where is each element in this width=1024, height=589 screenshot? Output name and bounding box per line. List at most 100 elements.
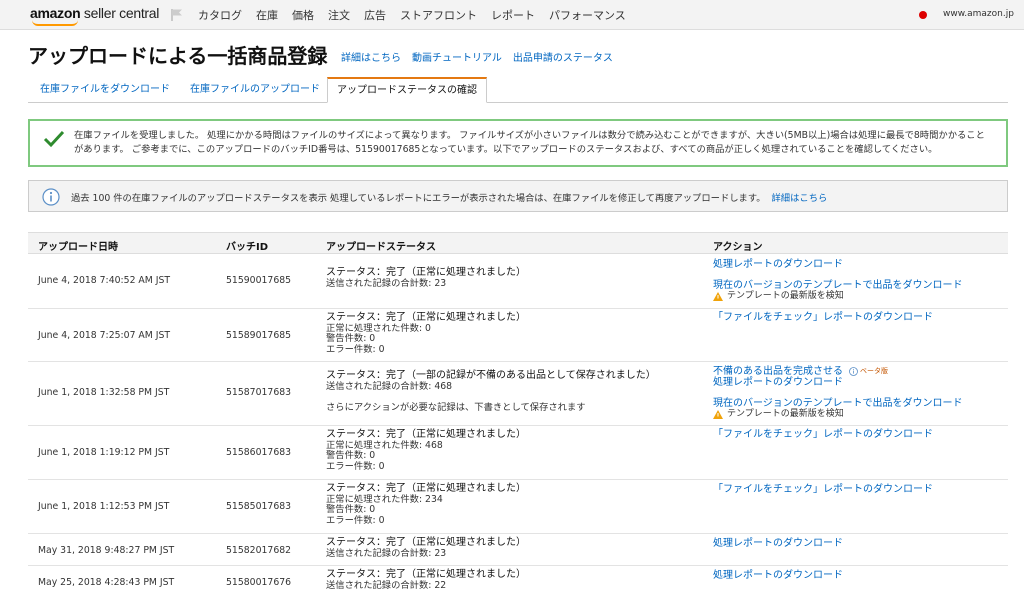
table-row: June 1, 2018 1:32:58 PM JST 51587017683 …: [28, 362, 1008, 426]
status-detail: 警告件数: 0: [326, 504, 376, 515]
row-status: ステータス：完了（正常に処理されました） 送信された記録の合計数: 23: [326, 537, 526, 559]
marketplace-selector[interactable]: www.amazon.jp: [943, 9, 1014, 19]
download-processing-report-link[interactable]: 処理レポートのダウンロード: [713, 377, 963, 388]
logo-smile: [32, 20, 78, 26]
status-detail: 送信された記録の合計数: 468: [326, 380, 453, 392]
approval-status-link[interactable]: 出品申請のステータス: [513, 49, 613, 64]
status-title: ステータス：完了（正常に処理されました）: [326, 429, 526, 440]
info-text: 過去 100 件の在庫ファイルのアップロードステータスを表示 処理しているレポー…: [71, 193, 766, 204]
status-title: ステータス：完了（正常に処理されました）: [326, 312, 526, 323]
nav-advertising[interactable]: 広告: [364, 7, 386, 23]
row-date: May 25, 2018 4:28:43 PM JST: [38, 577, 175, 588]
info-icon: [42, 188, 60, 206]
row-status: ステータス：完了（一部の記録が不備のある出品として保存されました） 送信された記…: [326, 370, 656, 414]
row-actions: 「ファイルをチェック」レポートのダウンロード: [713, 484, 933, 495]
row-batch-id: 51586017683: [226, 447, 292, 458]
page-title: アップロードによる一括商品登録: [28, 44, 328, 68]
main-menu: カタログ 在庫 価格 注文 広告 ストアフロント レポート パフォーマンス: [198, 0, 640, 30]
status-detail: 送信された記録の合計数: 23: [326, 277, 447, 289]
nav-inventory[interactable]: 在庫: [256, 7, 278, 23]
table-row: June 1, 2018 1:19:12 PM JST 51586017683 …: [28, 426, 1008, 480]
status-detail: 送信された記録の合計数: 22: [326, 579, 447, 589]
row-date: June 1, 2018 1:12:53 PM JST: [38, 501, 170, 512]
nav-storefront[interactable]: ストアフロント: [400, 7, 477, 23]
tab-check-upload-status[interactable]: アップロードステータスの確認: [327, 77, 487, 103]
row-status: ステータス：完了（正常に処理されました） 送信された記録の合計数: 22: [326, 569, 526, 589]
row-date: June 1, 2018 1:32:58 PM JST: [38, 387, 170, 398]
tab-download-inventory-file[interactable]: 在庫ファイルをダウンロード: [40, 78, 170, 103]
nav-orders[interactable]: 注文: [328, 7, 350, 23]
header-upload-status: アップロードステータス: [326, 242, 436, 253]
table-row: May 25, 2018 4:28:43 PM JST 51580017676 …: [28, 566, 1008, 589]
template-warning: テンプレートの最新版を検知: [713, 409, 963, 420]
row-actions: 「ファイルをチェック」レポートのダウンロード: [713, 312, 933, 323]
header-upload-date: アップロード日時: [38, 242, 118, 253]
top-nav: amazon seller central カタログ 在庫 価格 注文 広告 ス…: [0, 0, 1024, 30]
row-actions: 不備のある出品を完成させる ベータ版 処理レポートのダウンロード 現在のバージョ…: [713, 366, 963, 420]
nav-reports[interactable]: レポート: [491, 7, 535, 23]
download-processing-report-link[interactable]: 処理レポートのダウンロード: [713, 538, 843, 549]
logo-text: amazon seller central: [30, 5, 160, 21]
row-actions: 処理レポートのダウンロード 現在のバージョンのテンプレートで出品をダウンロード …: [713, 259, 963, 302]
download-check-file-report-link[interactable]: 「ファイルをチェック」レポートのダウンロード: [713, 429, 933, 440]
warning-icon: [713, 292, 723, 301]
tab-upload-inventory-file[interactable]: 在庫ファイルのアップロード: [190, 78, 320, 103]
download-check-file-report-link[interactable]: 「ファイルをチェック」レポートのダウンロード: [713, 484, 933, 495]
nav-pricing[interactable]: 価格: [292, 7, 314, 23]
row-batch-id: 51589017685: [226, 330, 292, 341]
status-detail: エラー件数: 0: [326, 343, 385, 355]
flag-icon[interactable]: [170, 8, 184, 22]
table-row: May 31, 2018 9:48:27 PM JST 51582017682 …: [28, 534, 1008, 566]
row-status: ステータス：完了（正常に処理されました） 正常に処理された件数: 468 警告件…: [326, 429, 526, 472]
status-title: ステータス：完了（正常に処理されました）: [326, 569, 526, 580]
row-actions: 処理レポートのダウンロード: [713, 538, 843, 549]
nav-performance[interactable]: パフォーマンス: [549, 7, 626, 23]
header-action: アクション: [713, 242, 763, 253]
status-detail: 警告件数: 0: [326, 450, 376, 461]
tab-bar: 在庫ファイルをダウンロード 在庫ファイルのアップロード アップロードステータスの…: [28, 77, 1008, 103]
download-processing-report-link[interactable]: 処理レポートのダウンロード: [713, 570, 843, 581]
row-actions: 「ファイルをチェック」レポートのダウンロード: [713, 429, 933, 440]
info-message: 過去 100 件の在庫ファイルのアップロードステータスを表示 処理しているレポー…: [71, 190, 827, 204]
check-icon: [43, 130, 65, 148]
info-icon: [849, 367, 858, 376]
template-warning: テンプレートの最新版を検知: [713, 291, 963, 302]
row-batch-id: 51580017676: [226, 577, 292, 588]
row-date: May 31, 2018 9:48:27 PM JST: [38, 545, 175, 556]
download-processing-report-link[interactable]: 処理レポートのダウンロード: [713, 259, 963, 270]
warning-icon: [713, 410, 723, 419]
success-message: 在庫ファイルを受理しました。 処理にかかる時間はファイルのサイズによって異なりま…: [74, 130, 985, 155]
download-listings-current-template-link[interactable]: 現在のバージョンのテンプレートで出品をダウンロード: [713, 280, 963, 291]
row-batch-id: 51582017682: [226, 545, 292, 556]
japan-flag-icon[interactable]: [919, 11, 927, 19]
status-detail: エラー件数: 0: [326, 460, 385, 472]
table-row: June 4, 2018 7:25:07 AM JST 51589017685 …: [28, 309, 1008, 362]
status-detail: さらにアクションが必要な記録は、下書きとして保存されます: [326, 402, 586, 413]
row-batch-id: 51590017685: [226, 275, 292, 286]
row-status: ステータス：完了（正常に処理されました） 送信された記録の合計数: 23: [326, 267, 526, 289]
row-batch-id: 51585017683: [226, 501, 292, 512]
table-row: June 1, 2018 1:12:53 PM JST 51585017683 …: [28, 480, 1008, 534]
info-alert: 過去 100 件の在庫ファイルのアップロードステータスを表示 処理しているレポー…: [28, 180, 1008, 212]
row-date: June 4, 2018 7:40:52 AM JST: [38, 275, 171, 286]
row-status: ステータス：完了（正常に処理されました） 正常に処理された件数: 0 警告件数:…: [326, 312, 526, 355]
row-actions: 処理レポートのダウンロード: [713, 570, 843, 581]
status-detail: 送信された記録の合計数: 23: [326, 547, 447, 559]
learn-more-link[interactable]: 詳細はこちら: [341, 49, 401, 64]
table-header: アップロード日時 バッチID アップロードステータス アクション: [28, 232, 1008, 254]
video-tutorial-link[interactable]: 動画チュートリアル: [412, 49, 502, 64]
row-status: ステータス：完了（正常に処理されました） 正常に処理された件数: 234 警告件…: [326, 483, 526, 526]
nav-catalog[interactable]: カタログ: [198, 7, 242, 23]
download-listings-current-template-link[interactable]: 現在のバージョンのテンプレートで出品をダウンロード: [713, 398, 963, 409]
table-row: June 4, 2018 7:40:52 AM JST 51590017685 …: [28, 254, 1008, 309]
complete-incomplete-listings-link[interactable]: 不備のある出品を完成させる: [713, 366, 843, 377]
status-title: ステータス：完了（正常に処理されました）: [326, 483, 526, 494]
header-batch-id: バッチID: [226, 242, 269, 253]
download-check-file-report-link[interactable]: 「ファイルをチェック」レポートのダウンロード: [713, 312, 933, 323]
status-title: ステータス：完了（正常に処理されました）: [326, 537, 526, 548]
status-detail: 警告件数: 0: [326, 333, 376, 344]
row-date: June 1, 2018 1:19:12 PM JST: [38, 447, 170, 458]
row-date: June 4, 2018 7:25:07 AM JST: [38, 330, 171, 341]
title-links: 詳細はこちら 動画チュートリアル 出品申請のステータス: [341, 49, 624, 64]
info-learn-more-link[interactable]: 詳細はこちら: [772, 193, 828, 204]
